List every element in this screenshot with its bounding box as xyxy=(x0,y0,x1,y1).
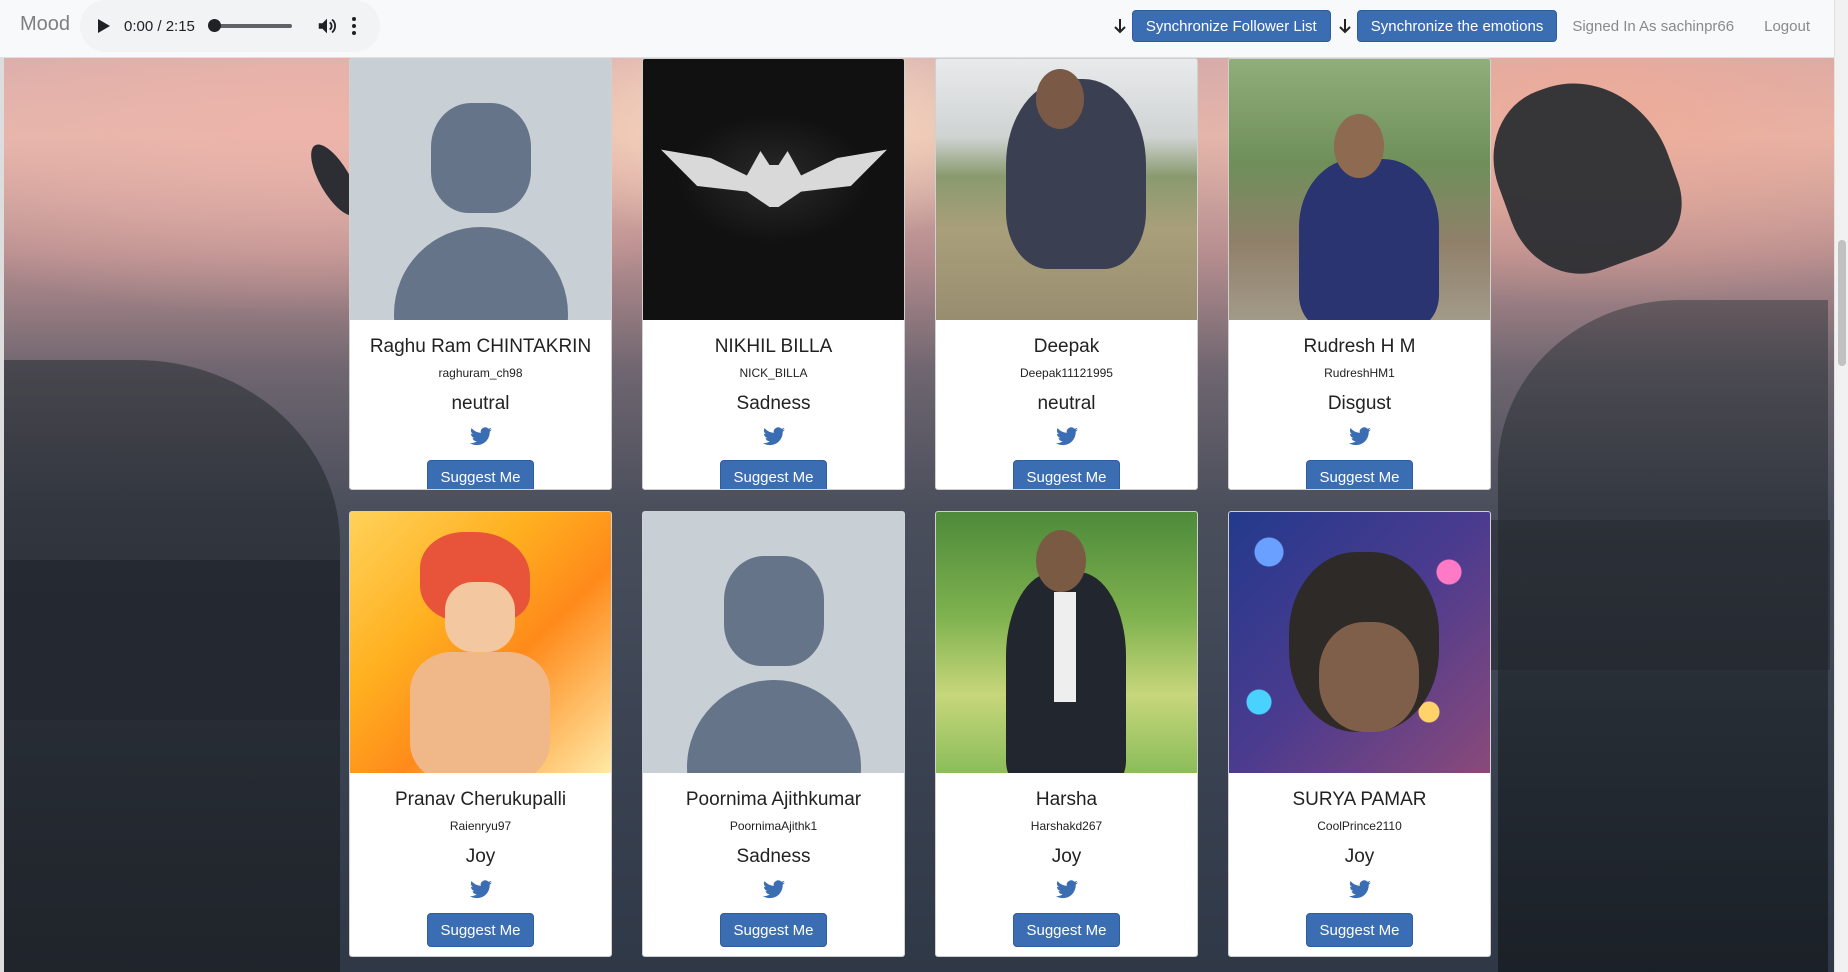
twitter-icon[interactable] xyxy=(469,427,492,446)
user-emotion: Sadness xyxy=(736,393,811,414)
user-handle: Deepak11121995 xyxy=(1020,366,1113,380)
user-name: NIKHIL BILLA xyxy=(714,336,833,357)
logout-link[interactable]: Logout xyxy=(1764,18,1810,35)
suggest-me-button[interactable]: Suggest Me xyxy=(720,913,827,947)
volume-icon[interactable] xyxy=(316,15,338,37)
user-emotion: Joy xyxy=(1051,846,1082,867)
window-left-edge xyxy=(0,0,4,972)
user-handle: PoornimaAjithk1 xyxy=(729,819,818,833)
profile-photo xyxy=(643,59,904,320)
user-handle: RudreshHM1 xyxy=(1324,366,1395,380)
suggest-me-button[interactable]: Suggest Me xyxy=(1306,913,1413,947)
arrow-down-icon xyxy=(1112,16,1128,36)
profile-photo xyxy=(1229,512,1490,773)
play-button[interactable] xyxy=(92,14,116,38)
suggest-me-button[interactable]: Suggest Me xyxy=(720,460,827,489)
nav-actions: Synchronize Follower List Synchronize th… xyxy=(1112,6,1838,46)
profile-photo xyxy=(350,512,611,773)
suggest-me-button[interactable]: Suggest Me xyxy=(1013,460,1120,489)
user-name: Poornima Ajithkumar xyxy=(685,789,862,810)
user-name: Pranav Cherukupalli xyxy=(394,789,567,810)
profile-photo xyxy=(350,59,611,320)
user-handle: NICK_BILLA xyxy=(739,366,808,380)
suggest-me-button[interactable]: Suggest Me xyxy=(1306,460,1413,489)
profile-photo xyxy=(936,59,1197,320)
user-handle: Harshakd267 xyxy=(1030,819,1103,833)
user-emotion: neutral xyxy=(1037,393,1096,414)
audio-progress-slider[interactable] xyxy=(208,19,292,32)
user-name: Harsha xyxy=(1035,789,1098,810)
audio-player: 0:00 / 2:15 xyxy=(80,0,380,52)
user-name: Rudresh H M xyxy=(1303,336,1416,357)
arrow-down-icon xyxy=(1337,16,1353,36)
user-card: Rudresh H M RudreshHM1 Disgust Suggest M… xyxy=(1228,58,1491,490)
sync-followers-button[interactable]: Synchronize Follower List xyxy=(1131,10,1331,42)
user-card: Poornima Ajithkumar PoornimaAjithk1 Sadn… xyxy=(642,511,905,957)
user-card: Harsha Harshakd267 Joy Suggest Me xyxy=(935,511,1198,957)
user-card: Deepak Deepak11121995 neutral Suggest Me xyxy=(935,58,1198,490)
brand[interactable]: Mood xyxy=(20,13,70,36)
audio-progress-thumb[interactable] xyxy=(208,19,221,32)
twitter-icon[interactable] xyxy=(1348,427,1371,446)
user-card: Raghu Ram CHINTAKRIN raghuram_ch98 neutr… xyxy=(349,58,612,490)
scrollbar[interactable] xyxy=(1834,0,1848,972)
twitter-icon[interactable] xyxy=(1348,880,1371,899)
user-emotion: Disgust xyxy=(1327,393,1392,414)
user-name: SURYA PAMAR xyxy=(1292,789,1427,810)
signed-in-text: Signed In As sachinpr66 xyxy=(1572,17,1735,35)
user-name: Raghu Ram CHINTAKRIN xyxy=(369,336,592,357)
user-name: Deepak xyxy=(1033,336,1100,357)
twitter-icon[interactable] xyxy=(1055,880,1078,899)
sync-emotions-button[interactable]: Synchronize the emotions xyxy=(1356,10,1558,42)
audio-time: 0:00 / 2:15 xyxy=(124,17,195,35)
user-card: NIKHIL BILLA NICK_BILLA Sadness Suggest … xyxy=(642,58,905,490)
user-card: Pranav Cherukupalli Raienryu97 Joy Sugge… xyxy=(349,511,612,957)
play-icon xyxy=(98,19,110,33)
user-card-grid: Raghu Ram CHINTAKRIN raghuram_ch98 neutr… xyxy=(0,0,1848,972)
user-emotion: Joy xyxy=(1344,846,1375,867)
user-emotion: neutral xyxy=(451,393,510,414)
twitter-icon[interactable] xyxy=(469,880,492,899)
profile-photo xyxy=(936,512,1197,773)
scrollbar-thumb[interactable] xyxy=(1838,240,1846,366)
profile-photo xyxy=(1229,59,1490,320)
user-emotion: Joy xyxy=(465,846,496,867)
user-handle: Raienryu97 xyxy=(449,819,512,833)
profile-photo xyxy=(643,512,904,773)
twitter-icon[interactable] xyxy=(762,880,785,899)
twitter-icon[interactable] xyxy=(762,427,785,446)
navbar: Mood 0:00 / 2:15 Synchronize Follower Li… xyxy=(0,0,1838,58)
more-options-icon[interactable] xyxy=(350,15,358,37)
twitter-icon[interactable] xyxy=(1055,427,1078,446)
user-card: SURYA PAMAR CoolPrince2110 Joy Suggest M… xyxy=(1228,511,1491,957)
user-emotion: Sadness xyxy=(736,846,811,867)
suggest-me-button[interactable]: Suggest Me xyxy=(427,913,534,947)
suggest-me-button[interactable]: Suggest Me xyxy=(427,460,534,489)
user-handle: CoolPrince2110 xyxy=(1317,819,1402,833)
user-handle: raghuram_ch98 xyxy=(438,366,523,380)
suggest-me-button[interactable]: Suggest Me xyxy=(1013,913,1120,947)
